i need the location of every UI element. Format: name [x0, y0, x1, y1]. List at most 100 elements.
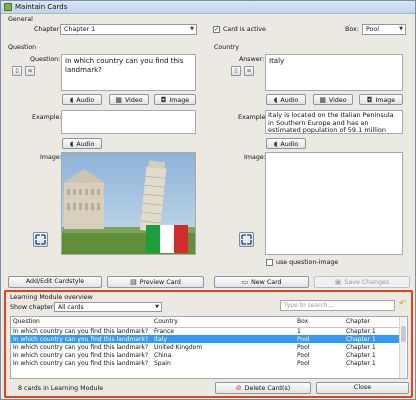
- close-label: Close: [353, 384, 372, 391]
- table-cell: In which country can you find this landm…: [13, 352, 149, 360]
- cards-table: Question Country Box Chapter In which co…: [10, 316, 408, 379]
- table-cell: Spain: [154, 360, 171, 368]
- title-bar: Maintain Cards: [1, 1, 415, 14]
- answer-audio-label: Audio: [280, 97, 299, 104]
- expand-icon: [35, 234, 46, 245]
- table-row[interactable]: In which country can you find this landm…: [11, 343, 401, 351]
- question-group-title: Question: [8, 44, 37, 51]
- preview-card-button[interactable]: ▤ Preview Card: [107, 276, 204, 288]
- answer-image-preview: [265, 152, 403, 255]
- table-cell: France: [154, 327, 174, 335]
- no-entry-icon: ⊘: [235, 384, 242, 392]
- save-changes-button[interactable]: ▣ Save Changes: [314, 276, 410, 288]
- camera-icon: ◘: [160, 96, 167, 104]
- table-cell: Italy: [152, 335, 295, 344]
- answer-video-label: Video: [328, 97, 347, 104]
- answer-example-input[interactable]: Italy is located on the Italian Peninsul…: [265, 110, 403, 134]
- camera-icon: ◘: [366, 96, 373, 104]
- table-cell: Pool: [297, 352, 310, 360]
- question-input[interactable]: In which country can you find this landm…: [61, 54, 196, 91]
- chapter-select-value: Chapter 1: [64, 26, 96, 33]
- add-edit-cardstyle-button[interactable]: Add/Edit Cardstyle: [8, 276, 102, 288]
- close-button[interactable]: Close: [316, 382, 409, 394]
- show-chapter-label: Show chapter:: [10, 304, 56, 311]
- answer-video-button[interactable]: ▦ Video: [313, 94, 353, 105]
- speaker-icon: ◖: [273, 96, 278, 104]
- table-cell: Chapter 1: [344, 335, 401, 344]
- delete-cards-label: Delete Card(s): [244, 385, 291, 392]
- answer-label: Answer:: [239, 56, 265, 63]
- column-header-country[interactable]: Country: [152, 317, 295, 328]
- cards-count-text: 8 cards in Learning Module: [18, 385, 104, 392]
- answer-input[interactable]: Italy: [265, 54, 403, 91]
- app-icon: [4, 3, 12, 11]
- question-image-button[interactable]: ◘ Image: [154, 94, 196, 105]
- answer-expand-image-button[interactable]: [239, 232, 254, 247]
- question-image-preview: [61, 152, 196, 255]
- table-row[interactable]: In which country can you find this landm…: [11, 335, 401, 344]
- table-cell: United Kingdom: [154, 343, 203, 351]
- question-audio-button[interactable]: ◖ Audio: [62, 94, 102, 105]
- question-example-label: Example:: [32, 114, 62, 121]
- question-video-button[interactable]: ▦ Video: [109, 94, 149, 105]
- box-label: Box:: [345, 26, 359, 33]
- question-example-audio-button[interactable]: ◖ Audio: [62, 138, 102, 149]
- preview-icon: ▤: [130, 278, 137, 286]
- answer-example-text: Italy is located on the Italian Peninsul…: [268, 111, 394, 134]
- delete-cards-button[interactable]: ⊘ Delete Card(s): [215, 382, 311, 394]
- speaker-icon: ◖: [69, 140, 74, 148]
- table-cell: In which country can you find this landm…: [11, 335, 152, 344]
- clear-search-icon[interactable]: ↶: [399, 299, 407, 309]
- chevron-down-icon: ▼: [190, 26, 194, 32]
- table-cell: Chapter 1: [346, 343, 376, 351]
- question-image-field-label: Image:: [40, 154, 62, 161]
- leaning-tower-photo: [62, 153, 195, 254]
- answer-example-audio-button[interactable]: ◖ Audio: [266, 138, 306, 149]
- answer-image-label: Image: [375, 97, 396, 104]
- column-header-box[interactable]: Box: [295, 317, 344, 328]
- question-example-input[interactable]: [61, 110, 196, 134]
- show-chapter-select[interactable]: All cards ▼: [54, 302, 162, 312]
- new-card-label: New Card: [251, 279, 282, 286]
- column-header-chapter[interactable]: Chapter: [344, 317, 401, 328]
- card-active-label: Card is active: [223, 26, 266, 33]
- table-cell: In which country can you find this landm…: [13, 327, 149, 335]
- question-list-icon[interactable]: ≡: [25, 66, 35, 76]
- general-group-title: General: [8, 16, 33, 23]
- table-row[interactable]: In which country can you find this landm…: [11, 352, 401, 360]
- answer-format-icon[interactable]: ▯: [231, 66, 241, 76]
- column-header-question[interactable]: Question: [11, 317, 152, 328]
- chapter-select[interactable]: Chapter 1 ▼: [60, 24, 197, 35]
- chapter-label: Chapter:: [34, 26, 62, 33]
- answer-image-button[interactable]: ◘ Image: [359, 94, 403, 105]
- question-image-label: Image: [169, 97, 190, 104]
- speaker-icon: ◖: [69, 96, 74, 104]
- search-input[interactable]: Type to search...: [280, 300, 395, 311]
- answer-audio-button[interactable]: ◖ Audio: [266, 94, 306, 105]
- question-text: In which country can you find this landm…: [65, 57, 184, 74]
- expand-icon: [241, 234, 252, 245]
- save-icon: ▣: [334, 278, 342, 286]
- use-question-image-checkbox[interactable]: [266, 259, 273, 266]
- table-cell: Pool: [295, 335, 344, 344]
- table-cell: Pool: [297, 343, 310, 351]
- question-expand-image-button[interactable]: [33, 232, 48, 247]
- chevron-down-icon: ▼: [399, 26, 403, 32]
- table-row[interactable]: In which country can you find this landm…: [11, 360, 401, 368]
- answer-example-audio-label: Audio: [280, 141, 299, 148]
- show-chapter-value: All cards: [58, 304, 84, 311]
- question-example-audio-label: Audio: [76, 141, 95, 148]
- new-card-button[interactable]: ▭ New Card: [214, 276, 309, 288]
- card-active-checkbox[interactable]: ✓: [213, 26, 220, 33]
- table-scrollbar[interactable]: [399, 317, 406, 378]
- table-cell: Pool: [297, 360, 310, 368]
- table-row[interactable]: In which country can you find this landm…: [11, 327, 401, 335]
- question-label: Question:: [30, 56, 61, 63]
- scrollbar-thumb[interactable]: [401, 326, 406, 342]
- window-title: Maintain Cards: [15, 3, 68, 11]
- box-select[interactable]: Pool ▼: [362, 24, 406, 35]
- maintain-cards-window: Maintain Cards General Chapter: Chapter …: [0, 0, 416, 400]
- question-audio-label: Audio: [76, 97, 95, 104]
- answer-list-icon[interactable]: ≡: [244, 66, 254, 76]
- question-format-icon[interactable]: ▯: [12, 66, 22, 76]
